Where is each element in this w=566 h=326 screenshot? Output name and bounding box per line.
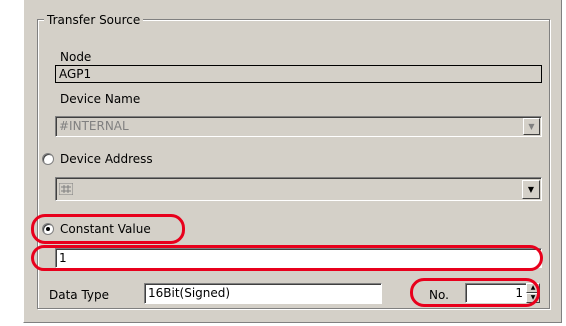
spin-up-button[interactable]: ▲ xyxy=(526,283,540,293)
data-type-label: Data Type xyxy=(49,288,110,302)
device-name-label: Device Name xyxy=(60,92,141,106)
count-input[interactable]: 1 xyxy=(465,283,527,303)
settings-panel: Transfer Source Node AGP1 Device Name #I… xyxy=(23,0,562,323)
constant-value-input[interactable]: 1 xyxy=(55,248,542,268)
spinner-icon[interactable]: ▲ ▼ xyxy=(526,283,540,303)
device-name-dropdown: #INTERNAL xyxy=(55,116,542,137)
data-type-field[interactable]: 16Bit(Signed) xyxy=(144,283,382,304)
node-label: Node xyxy=(60,50,92,64)
chevron-down-icon[interactable]: ▼ xyxy=(522,180,540,199)
spin-down-button[interactable]: ▼ xyxy=(526,293,540,303)
device-address-label: Device Address xyxy=(60,152,153,166)
device-address-radio[interactable] xyxy=(42,153,54,165)
device-address-field[interactable] xyxy=(55,177,542,201)
constant-value-radio[interactable] xyxy=(42,223,54,235)
node-field: AGP1 xyxy=(55,65,542,83)
chevron-down-icon: ▼ xyxy=(523,118,540,135)
constant-value-label: Constant Value xyxy=(60,222,151,236)
address-grid-icon[interactable] xyxy=(59,183,73,195)
group-title: Transfer Source xyxy=(44,12,144,28)
count-label: No. xyxy=(429,288,449,302)
